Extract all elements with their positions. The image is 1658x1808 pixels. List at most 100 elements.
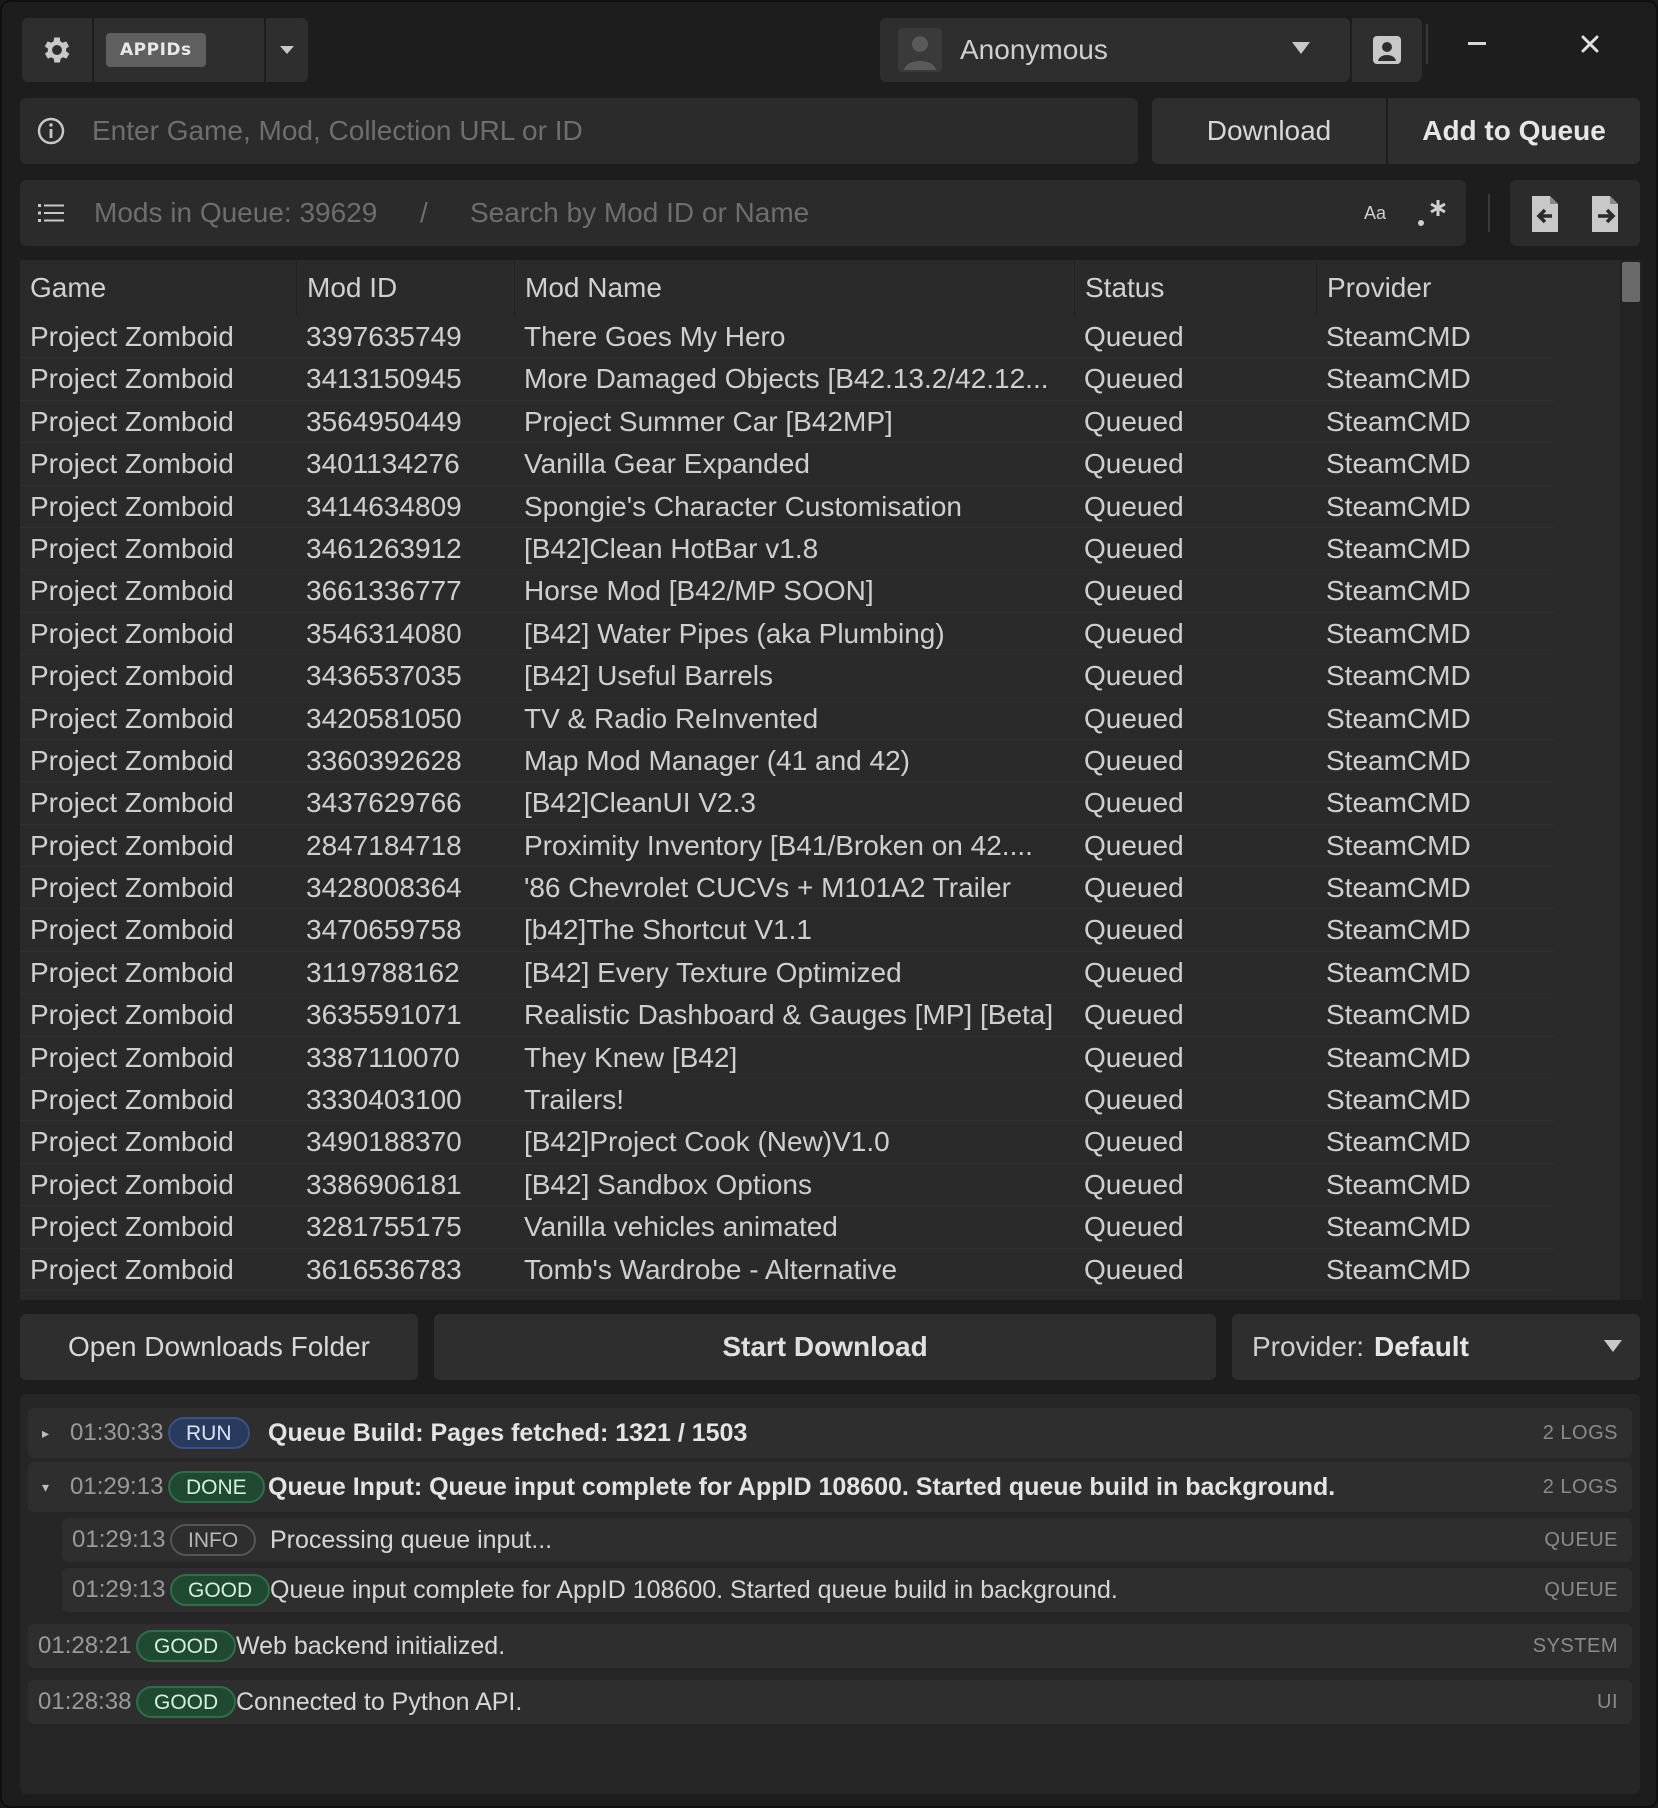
- cell-mod-name: They Knew [B42]: [524, 1041, 738, 1073]
- cell-game: Project Zomboid: [30, 702, 234, 734]
- account-selector[interactable]: Anonymous: [880, 18, 1350, 82]
- scrollbar-thumb[interactable]: [1622, 262, 1640, 302]
- cell-provider: SteamCMD: [1326, 702, 1471, 734]
- table-row[interactable]: Project Zomboid 2847184718 Proximity Inven…: [20, 825, 1554, 868]
- profile-button[interactable]: [1352, 18, 1422, 82]
- table-row[interactable]: Project Zomboid 3420581050 TV & Radio ReIn…: [20, 698, 1554, 740]
- start-download-button[interactable]: Start Download: [434, 1314, 1216, 1380]
- table-row[interactable]: Project Zomboid 3436537035 [B42] Useful Ba…: [20, 655, 1554, 698]
- settings-button[interactable]: [22, 18, 92, 82]
- cell-mod-name: There Goes My Hero: [524, 321, 786, 352]
- cell-game: Project Zomboid: [30, 1168, 234, 1200]
- cell-mod-id: 3401134276: [306, 448, 460, 480]
- cell-provider: SteamCMD: [1326, 532, 1471, 564]
- log-entry[interactable]: ▸ 01:30:33 RUN Queue Build: Pages fetched: …: [28, 1408, 1632, 1458]
- cell-mod-name: Project Summer Car [B42MP]: [524, 405, 893, 437]
- log-timestamp: 01:29:13: [70, 1473, 164, 1500]
- table-row[interactable]: Project Zomboid 3635591071 Realistic Dashb…: [20, 994, 1554, 1037]
- log-timestamp: 01:28:21: [38, 1632, 132, 1659]
- table-row[interactable]: Project Zomboid 3387110070 They Knew [B42]…: [20, 1037, 1554, 1080]
- cell-mod-id: 3616536783: [306, 1253, 462, 1285]
- log-entry[interactable]: ▾ 01:29:13 DONE Queue Input: Queue input co…: [28, 1462, 1632, 1512]
- cell-provider: SteamCMD: [1326, 363, 1471, 395]
- file-export-icon[interactable]: [1586, 194, 1626, 234]
- triangle-down-icon[interactable]: ▾: [42, 1462, 49, 1512]
- divider: [1488, 194, 1490, 232]
- cell-status: Queued: [1084, 999, 1184, 1031]
- table-scrollbar[interactable]: [1620, 260, 1642, 1300]
- cell-status: Queued: [1084, 914, 1184, 946]
- table-row[interactable]: Project Zomboid 3428008364 '86 Chevrolet C…: [20, 867, 1554, 910]
- table-row[interactable]: Project Zomboid 3330403100 Trailers! Queued…: [20, 1079, 1554, 1122]
- log-entry: 01:28:21 GOOD Web backend initialized. SYST…: [28, 1624, 1632, 1668]
- url-input[interactable]: [92, 98, 1122, 164]
- cell-provider: SteamCMD: [1326, 1084, 1471, 1116]
- chevron-down-icon: [1604, 1340, 1622, 1352]
- regex-icon[interactable]: [1414, 194, 1450, 230]
- cell-provider: SteamCMD: [1316, 1291, 1554, 1300]
- log-message: Processing queue input...: [270, 1526, 553, 1554]
- table-row[interactable]: Project Zomboid 3490188370 [B42]Project Co…: [20, 1121, 1554, 1164]
- cell-status: Queued: [1084, 1126, 1184, 1158]
- log-message: Queue input complete for AppID 108600. S…: [270, 1576, 1118, 1604]
- open-downloads-folder-button[interactable]: Open Downloads Folder: [20, 1314, 418, 1380]
- cell-mod-name: [B42] Water Pipes (aka Plumbing): [524, 617, 945, 649]
- column-header-mod-id[interactable]: Mod ID: [296, 260, 514, 316]
- log-timestamp: 01:29:13: [72, 1576, 166, 1603]
- table-row[interactable]: Project Zomboid 3470659758 [b42]The Shortc…: [20, 909, 1554, 952]
- cell-status: Queued: [1074, 1291, 1316, 1300]
- table-row[interactable]: Project Zomboid 3661336777 Horse Mod [B42/…: [20, 570, 1554, 613]
- provider-select[interactable]: Provider: Default: [1232, 1314, 1640, 1380]
- table-row[interactable]: Project Zomboid3406302620Less Tree Regen…: [20, 1291, 1554, 1300]
- list-icon[interactable]: [38, 202, 64, 224]
- table-row[interactable]: Project Zomboid 3616536783 Tomb's Wardrobe…: [20, 1249, 1554, 1291]
- cell-mod-id: 3428008364: [306, 872, 462, 904]
- match-case-button[interactable]: Aa: [1356, 198, 1394, 228]
- log-source-tag: 2 LOGS: [1542, 1476, 1618, 1498]
- table-row[interactable]: Project Zomboid 3437629766 [B42]CleanUI V2…: [20, 782, 1554, 825]
- table-row[interactable]: Project Zomboid 3360392628 Map Mod Manager…: [20, 740, 1554, 783]
- close-button[interactable]: [1570, 24, 1610, 64]
- gear-icon: [44, 37, 70, 63]
- appids-dropdown-button[interactable]: [266, 18, 308, 82]
- table-row[interactable]: Project Zomboid 3281755175 Vanilla vehicle…: [20, 1206, 1554, 1249]
- cell-game: Project Zomboid: [30, 999, 234, 1031]
- account-name: Anonymous: [960, 34, 1108, 65]
- log-level-badge: GOOD: [136, 1686, 237, 1718]
- info-icon[interactable]: [36, 116, 66, 146]
- mod-queue-table: Game Mod ID Mod Name Status Provider Pro…: [20, 260, 1642, 1300]
- add-to-queue-button[interactable]: Add to Queue: [1388, 98, 1640, 164]
- table-row[interactable]: Project Zomboid 3414634809 Spongie's Chara…: [20, 486, 1554, 528]
- column-header-status[interactable]: Status: [1074, 260, 1316, 316]
- triangle-right-icon[interactable]: ▸: [42, 1408, 49, 1458]
- cell-mod-name: Map Mod Manager (41 and 42): [524, 744, 910, 776]
- cell-game: Project Zomboid: [20, 1291, 296, 1300]
- cell-game: Project Zomboid: [30, 617, 234, 649]
- cell-provider: SteamCMD: [1326, 321, 1471, 352]
- table-row[interactable]: Project Zomboid 3401134276 Vanilla Gear Ex…: [20, 443, 1554, 486]
- table-row[interactable]: Project Zomboid 3546314080 [B42] Water Pip…: [20, 613, 1554, 656]
- cell-provider: SteamCMD: [1326, 914, 1471, 946]
- provider-label: Provider:: [1252, 1331, 1365, 1362]
- table-row[interactable]: Project Zomboid 3413150945 More Damaged Ob…: [20, 358, 1554, 401]
- search-input[interactable]: [470, 180, 1350, 246]
- cell-mod-name: Trailers!: [524, 1084, 625, 1116]
- cell-provider: SteamCMD: [1326, 617, 1471, 649]
- table-row[interactable]: Project Zomboid 3119788162 [B42] Every Tex…: [20, 952, 1554, 995]
- log-entry: 01:29:13 GOOD Queue input complete for App…: [62, 1568, 1632, 1612]
- file-import-icon[interactable]: [1524, 194, 1564, 234]
- cell-provider: SteamCMD: [1326, 787, 1471, 819]
- download-button[interactable]: Download: [1152, 98, 1386, 164]
- table-row[interactable]: Project Zomboid 3397635749 There Goes My H…: [20, 316, 1554, 359]
- column-header-game[interactable]: Game: [20, 260, 296, 316]
- table-row[interactable]: Project Zomboid 3461263912 [B42]Clean HotB…: [20, 528, 1554, 571]
- table-body: Project Zomboid 3397635749 There Goes My H…: [20, 316, 1554, 1300]
- column-header-provider[interactable]: Provider: [1316, 260, 1620, 316]
- table-row[interactable]: Project Zomboid 3564950449 Project Summer …: [20, 401, 1554, 444]
- table-row[interactable]: Project Zomboid 3386906181 [B42] Sandbox O…: [20, 1164, 1554, 1207]
- minimize-icon[interactable]: [1468, 42, 1486, 45]
- cell-game: Project Zomboid: [30, 363, 234, 395]
- appids-button[interactable]: APPIDs: [94, 18, 264, 82]
- cell-mod-id: 3470659758: [306, 914, 462, 946]
- column-header-mod-name[interactable]: Mod Name: [514, 260, 1074, 316]
